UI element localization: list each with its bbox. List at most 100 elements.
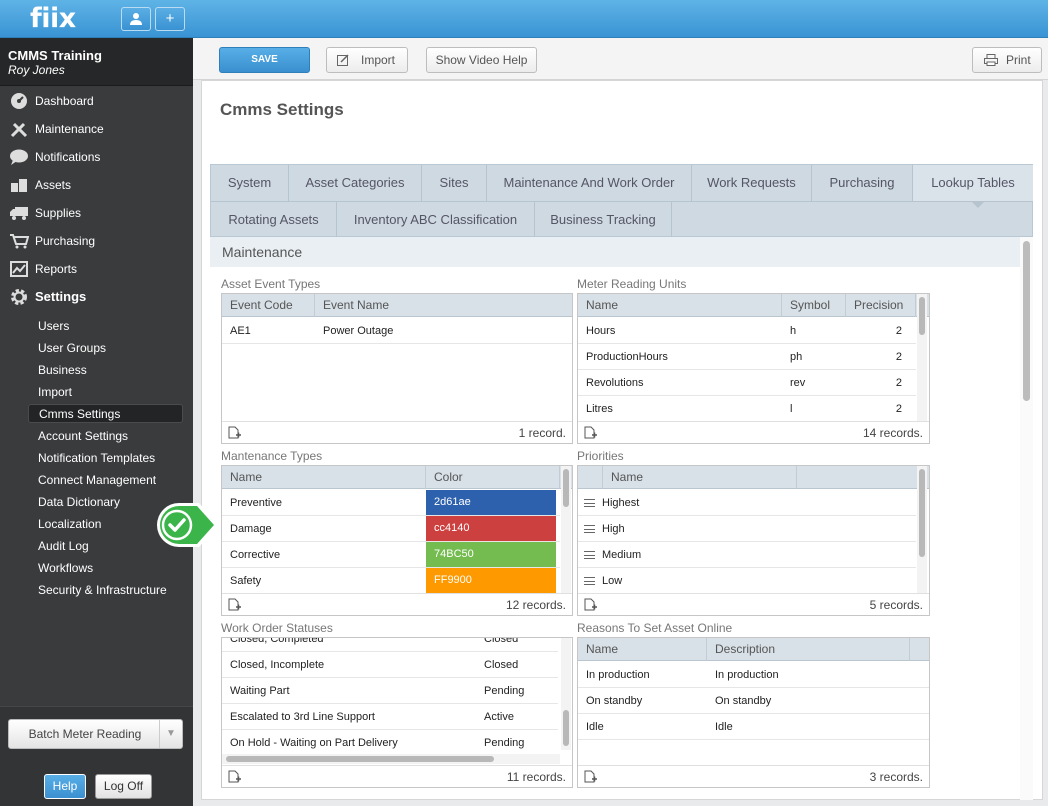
grid-scrollbar[interactable] — [561, 638, 571, 750]
table-row[interactable]: Closed, Completed Closed — [222, 638, 558, 652]
print-button[interactable]: Print — [972, 47, 1042, 73]
column-header[interactable]: Name — [222, 466, 426, 489]
settings-item-cmms-settings[interactable]: Cmms Settings — [28, 404, 183, 423]
horizontal-scrollbar[interactable] — [222, 754, 560, 764]
column-header[interactable]: Event Name — [315, 294, 572, 317]
table-row[interactable]: Escalated to 3rd Line Support Active — [222, 704, 558, 730]
panel-scrollbar[interactable] — [1020, 237, 1033, 800]
column-header[interactable]: Name — [603, 466, 797, 489]
nav-label: Supplies — [35, 206, 82, 220]
nav-dashboard[interactable]: Dashboard — [0, 87, 193, 115]
table-row[interactable]: On Hold - Waiting on Part Delivery Pendi… — [222, 730, 558, 756]
tab-rotating-assets[interactable]: Rotating Assets — [211, 202, 337, 238]
grid-header: Name Symbol Precision — [578, 294, 929, 317]
scroll-thumb[interactable] — [919, 469, 925, 557]
column-header[interactable]: Color — [426, 466, 560, 489]
show-video-help-button[interactable]: Show Video Help — [426, 47, 537, 73]
nav-assets[interactable]: Assets — [0, 171, 193, 199]
table-row[interactable]: Idle Idle — [578, 714, 929, 740]
table-row[interactable]: Waiting Part Pending — [222, 678, 558, 704]
add-record-icon[interactable] — [584, 426, 597, 439]
save-button[interactable]: SAVE — [219, 47, 310, 73]
table-row[interactable]: Highest — [578, 490, 916, 516]
settings-item-security[interactable]: Security & Infrastructure — [28, 581, 183, 600]
nav-purchasing[interactable]: Purchasing — [0, 227, 193, 255]
scroll-thumb[interactable] — [1023, 241, 1030, 401]
settings-item-users[interactable]: Users — [28, 317, 183, 336]
tab-work-requests[interactable]: Work Requests — [692, 165, 812, 201]
tab-purchasing[interactable]: Purchasing — [812, 165, 913, 201]
settings-item-notification-templates[interactable]: Notification Templates — [28, 449, 183, 468]
chat-bubble-icon — [9, 149, 29, 165]
cell: rev — [790, 377, 806, 389]
add-record-icon[interactable] — [228, 426, 241, 439]
user-button[interactable] — [121, 7, 151, 31]
settings-item-user-groups[interactable]: User Groups — [28, 339, 183, 358]
cell: Litres — [586, 403, 613, 415]
scroll-thumb[interactable] — [563, 469, 569, 507]
table-row[interactable]: Low — [578, 568, 916, 594]
top-bar: fiix + — [0, 0, 1048, 38]
scroll-thumb[interactable] — [919, 297, 925, 335]
record-count: 5 records. — [869, 598, 923, 612]
add-record-icon[interactable] — [228, 770, 241, 783]
column-header[interactable]: Event Code — [222, 294, 315, 317]
add-record-icon[interactable] — [584, 598, 597, 611]
help-button[interactable]: Help — [44, 774, 86, 799]
record-count: 1 record. — [518, 426, 566, 440]
table-row[interactable]: Safety FF9900 — [222, 568, 560, 594]
tab-maintenance-work-order[interactable]: Maintenance And Work Order — [487, 165, 692, 201]
cell: Hours — [586, 325, 616, 337]
grid-scrollbar[interactable] — [561, 466, 571, 594]
scroll-thumb[interactable] — [563, 710, 569, 746]
settings-item-workflows[interactable]: Workflows — [28, 559, 183, 578]
chevron-down-icon[interactable]: ▼ — [159, 720, 182, 748]
column-header[interactable]: Name — [578, 638, 707, 661]
table-row[interactable]: In production In production — [578, 662, 929, 688]
settings-item-account-settings[interactable]: Account Settings — [28, 427, 183, 446]
table-row[interactable]: Corrective 74BC50 — [222, 542, 560, 568]
add-button[interactable]: + — [155, 7, 185, 31]
table-row[interactable]: Medium — [578, 542, 916, 568]
settings-item-import[interactable]: Import — [28, 383, 183, 402]
grid-scrollbar[interactable] — [917, 294, 927, 422]
nav-notifications[interactable]: Notifications — [0, 143, 193, 171]
nav-supplies[interactable]: Supplies — [0, 199, 193, 227]
column-header[interactable]: Symbol — [782, 294, 846, 317]
column-header[interactable]: Name — [578, 294, 782, 317]
tab-inventory-abc[interactable]: Inventory ABC Classification — [337, 202, 535, 238]
tab-sites[interactable]: Sites — [422, 165, 487, 201]
column-header[interactable]: Description — [707, 638, 910, 661]
tab-lookup-tables[interactable]: Lookup Tables — [913, 165, 1033, 201]
column-header[interactable]: Precision — [846, 294, 916, 317]
table-row[interactable]: ProductionHours ph 2 — [578, 344, 916, 370]
import-button[interactable]: Import — [326, 47, 408, 73]
color-swatch: 2d61ae — [426, 490, 556, 515]
table-row[interactable]: Litres l 2 — [578, 396, 916, 422]
tab-system[interactable]: System — [211, 165, 289, 201]
table-row[interactable]: Damage cc4140 — [222, 516, 560, 542]
table-row[interactable]: High — [578, 516, 916, 542]
table-row[interactable]: Revolutions rev 2 — [578, 370, 916, 396]
color-swatch: cc4140 — [426, 516, 556, 541]
tab-business-tracking[interactable]: Business Tracking — [535, 202, 672, 238]
table-row[interactable]: Closed, Incomplete Closed — [222, 652, 558, 678]
nav-reports[interactable]: Reports — [0, 255, 193, 283]
add-record-icon[interactable] — [228, 598, 241, 611]
batch-meter-reading-button[interactable]: Batch Meter Reading ▼ — [8, 719, 183, 749]
fiix-logo[interactable]: fiix — [30, 3, 76, 34]
scroll-thumb[interactable] — [226, 756, 494, 762]
table-row[interactable]: AE1 Power Outage — [222, 318, 572, 344]
log-off-button[interactable]: Log Off — [95, 774, 152, 799]
nav-maintenance[interactable]: Maintenance — [0, 115, 193, 143]
tab-asset-categories[interactable]: Asset Categories — [289, 165, 422, 201]
grid-scrollbar[interactable] — [917, 466, 927, 594]
settings-item-connect-management[interactable]: Connect Management — [28, 471, 183, 490]
table-row[interactable]: Hours h 2 — [578, 318, 916, 344]
table-row[interactable]: Preventive 2d61ae — [222, 490, 560, 516]
account-header: CMMS Training Roy Jones — [0, 38, 193, 86]
add-record-icon[interactable] — [584, 770, 597, 783]
table-row[interactable]: On standby On standby — [578, 688, 929, 714]
nav-settings[interactable]: Settings — [0, 283, 193, 311]
settings-item-business[interactable]: Business — [28, 361, 183, 380]
